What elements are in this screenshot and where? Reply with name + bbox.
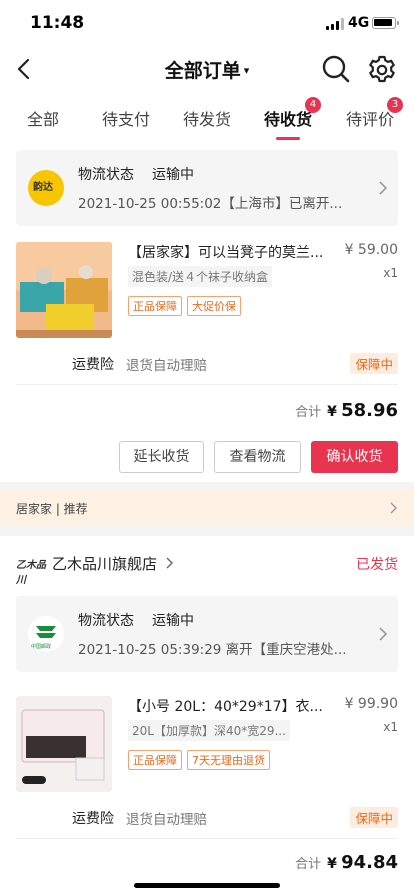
status-bar: 11:48 4G <box>0 0 414 46</box>
home-indicator <box>134 883 280 888</box>
signal-icon <box>326 18 344 30</box>
store-recommend-bar[interactable]: 居家家 | 推荐 <box>0 490 414 526</box>
recommend-text: 居家家 | 推荐 <box>16 502 88 516</box>
status-time: 11:48 <box>30 13 85 33</box>
caret-down-icon: ▾ <box>243 64 250 77</box>
tab-pending-shipment[interactable]: 待发货 <box>183 106 231 130</box>
chevron-right-icon <box>166 557 173 569</box>
product-price: ¥ 59.00 <box>344 242 398 258</box>
insurance-badge: 保障中 <box>350 353 398 374</box>
total-currency: ¥ <box>327 404 337 420</box>
active-tab-indicator <box>276 137 300 140</box>
tag-authentic: 正品保障 <box>128 296 182 316</box>
product-price: ¥ 99.90 <box>344 696 398 712</box>
product-title: 【居家家】可以当凳子的莫兰... <box>128 245 324 261</box>
battery-icon <box>372 17 399 29</box>
insurance-badge: 保障中 <box>350 807 398 828</box>
order-card: 韵达 物流状态 运输中 2021-10-25 00:55:02【上海市】已离开..… <box>0 142 414 482</box>
order-tabs: 全部 待支付 待发货 待收货 4 待评价 3 <box>0 92 414 142</box>
logistics-status: 物流状态 运输中 <box>78 610 212 630</box>
page-title: 全部订单 <box>164 60 241 82</box>
order-total: 合计 ¥ 58.96 <box>295 400 398 421</box>
nav-bar: 全部订单 ▾ <box>0 46 414 92</box>
logistics-label: 物流状态 <box>78 167 134 183</box>
china-post-logo-icon: 中国邮政 <box>28 616 64 652</box>
insurance-label: 运费险 <box>72 357 114 373</box>
product-quantity: x1 <box>383 266 398 280</box>
total-label: 合计 <box>295 857 322 872</box>
tab-badge-review: 3 <box>387 97 403 113</box>
shipping-insurance-row: 运费险 退货自动理赔 保障中 <box>16 348 398 378</box>
tab-pending-payment[interactable]: 待支付 <box>102 106 150 130</box>
product-image <box>16 242 112 338</box>
logistics-detail: 2021-10-25 05:39:29 离开【重庆空港处... <box>78 642 347 658</box>
total-amount: 58.96 <box>341 400 398 421</box>
logistics-state: 运输中 <box>152 613 194 629</box>
total-currency: ¥ <box>327 856 337 872</box>
tab-all[interactable]: 全部 <box>27 106 59 130</box>
yunda-logo-icon: 韵达 <box>28 170 64 206</box>
extend-receipt-button[interactable]: 延长收货 <box>119 441 204 473</box>
logistics-label: 物流状态 <box>78 613 134 629</box>
product-sku: 混色装/送４个袜子收纳盒 <box>128 266 273 287</box>
search-button[interactable] <box>320 53 352 85</box>
logistics-detail: 2021-10-25 00:55:02【上海市】已离开... <box>78 196 343 212</box>
logistics-state: 运输中 <box>152 167 194 183</box>
product-sku: 20L【加厚款】深40*宽29... <box>128 720 290 741</box>
product-tags: 正品保障 7天无理由退货 <box>128 749 275 770</box>
divider <box>16 838 398 839</box>
tag-seven-day-return: 7天无理由退货 <box>187 750 270 770</box>
tab-pending-receipt[interactable]: 待收货 <box>264 106 312 130</box>
divider <box>16 384 398 385</box>
network-label: 4G <box>348 15 370 31</box>
chevron-right-icon <box>390 502 397 514</box>
logistics-status: 物流状态 运输中 <box>78 164 212 184</box>
product-tags: 正品保障 大促价保 <box>128 295 246 316</box>
product-item[interactable]: 【居家家】可以当凳子的莫兰... ¥ 59.00 x1 混色装/送４个袜子收纳盒… <box>16 242 398 346</box>
chevron-right-icon <box>379 627 388 641</box>
settings-button[interactable] <box>366 53 398 85</box>
logistics-panel[interactable]: 韵达 物流状态 运输中 2021-10-25 00:55:02【上海市】已离开..… <box>16 150 398 226</box>
total-label: 合计 <box>295 405 322 420</box>
order-status: 已发货 <box>356 557 398 573</box>
tag-price-protect: 大促价保 <box>187 296 241 316</box>
insurance-label: 运费险 <box>72 811 114 827</box>
tab-badge-receipt: 4 <box>305 97 321 113</box>
gear-icon <box>369 55 395 83</box>
view-logistics-button[interactable]: 查看物流 <box>214 441 301 473</box>
chevron-right-icon <box>379 181 388 195</box>
product-title: 【小号 20L：40*29*17】衣... <box>128 699 323 715</box>
tag-authentic: 正品保障 <box>128 750 182 770</box>
order-card: 乙木品川 乙木品川旗舰店 已发货 中国邮政 物流状态 运输中 2021-10-25… <box>0 536 414 896</box>
confirm-receipt-button[interactable]: 确认收货 <box>311 441 398 473</box>
logistics-panel[interactable]: 中国邮政 物流状态 运输中 2021-10-25 05:39:29 离开【重庆空港… <box>16 596 398 672</box>
shipping-insurance-row: 运费险 退货自动理赔 保障中 <box>16 802 398 832</box>
order-total: 合计 ¥ 94.84 <box>295 852 398 873</box>
product-image <box>16 696 112 792</box>
insurance-desc: 退货自动理赔 <box>126 812 207 828</box>
product-quantity: x1 <box>383 720 398 734</box>
product-item[interactable]: 【小号 20L：40*29*17】衣... ¥ 99.90 x1 20L【加厚款… <box>16 696 398 800</box>
tab-pending-review[interactable]: 待评价 <box>346 106 394 130</box>
store-logo: 乙木品川 <box>16 560 46 586</box>
insurance-desc: 退货自动理赔 <box>126 358 207 374</box>
total-amount: 94.84 <box>341 852 398 873</box>
store-name[interactable]: 乙木品川旗舰店 <box>52 553 174 574</box>
search-icon <box>322 55 350 83</box>
